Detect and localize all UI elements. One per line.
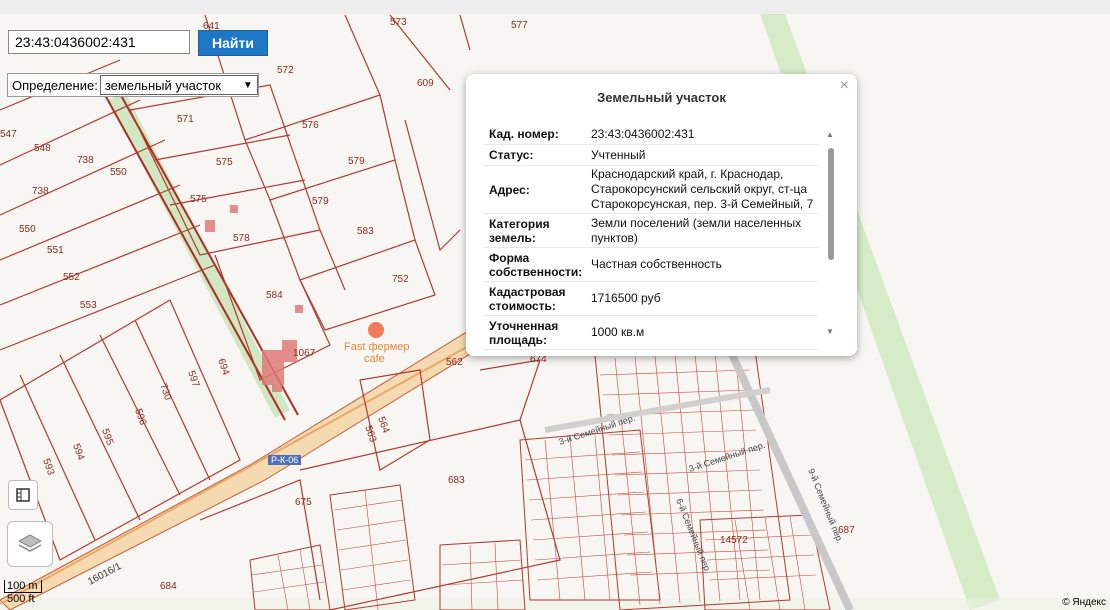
parcel-label: 738 xyxy=(32,186,49,197)
chevron-down-icon: ▼ xyxy=(242,79,253,91)
scroll-thumb[interactable] xyxy=(828,148,834,260)
parcel-label: 576 xyxy=(302,120,319,131)
popup-title: Земельный участок xyxy=(597,90,726,105)
parcel-label: 579 xyxy=(312,196,329,207)
parcel-label: 573 xyxy=(390,17,407,28)
info-value: Учтенный xyxy=(591,147,646,162)
map-scale: 100 m 500 ft xyxy=(4,580,42,605)
info-row: Кад. номер: 23:43:0436002:431 xyxy=(484,124,818,145)
parcel-label: 738 xyxy=(77,155,94,166)
info-row: Уточненная площадь: 1000 кв.м xyxy=(484,316,818,350)
parcel-label: 552 xyxy=(63,272,80,283)
parcel-label: 584 xyxy=(266,290,283,301)
poi-sub: cafe xyxy=(364,353,385,365)
info-value: Земли поселений (земли населенных пункто… xyxy=(591,215,802,245)
info-key: Кад. номер: xyxy=(489,127,559,141)
parcel-label: 572 xyxy=(277,65,294,76)
definition-row: Определение: земельный участок ▼ xyxy=(7,73,259,97)
info-value: 1000 кв.м xyxy=(591,325,645,339)
parcel-info-popup: × Земельный участок Кад. номер: 23:43:04… xyxy=(466,74,857,356)
parcel-label: 575 xyxy=(216,157,233,168)
info-value: 1716500 руб xyxy=(591,291,661,305)
parcel-label: 1067 xyxy=(293,348,316,359)
cadastral-search-input[interactable] xyxy=(8,30,190,54)
search-button[interactable]: Найти xyxy=(198,30,268,56)
info-row: Адрес: Краснодарский край, г. Краснодар,… xyxy=(484,166,818,214)
parcel-label: 583 xyxy=(357,226,374,237)
info-value: Частная собственность xyxy=(591,257,722,271)
parcel-label: 14572 xyxy=(720,535,748,546)
parcel-label: 684 xyxy=(160,581,177,592)
definition-select[interactable]: земельный участок ▼ xyxy=(99,75,258,95)
parcel-label: 550 xyxy=(19,224,36,235)
poi-cafe[interactable]: Fast фермер cafe xyxy=(344,341,410,365)
layers-button[interactable] xyxy=(7,521,53,567)
parcel-label: 752 xyxy=(392,274,409,285)
parcel-label: 577 xyxy=(511,20,528,31)
info-value: 23:43:0436002:431 xyxy=(591,126,695,141)
parcel-label: 609 xyxy=(417,78,434,89)
parcel-label: 562 xyxy=(446,357,463,368)
ruler-button[interactable] xyxy=(8,480,38,510)
info-key: Кадастровая стоимость: xyxy=(489,284,566,313)
parcel-label: 553 xyxy=(80,300,97,311)
parcel-label: 675 xyxy=(295,497,312,508)
parcel-label: 683 xyxy=(448,475,465,486)
scale-metric: 100 m xyxy=(4,580,42,593)
search-bar: Найти xyxy=(8,30,268,56)
scroll-down-icon[interactable]: ▼ xyxy=(826,327,834,336)
layers-icon xyxy=(17,534,43,552)
definition-selected: земельный участок xyxy=(104,77,222,93)
info-row: Кадастровая стоимость: 1716500 руб xyxy=(484,282,818,316)
info-row: Категория земель: Земли поселений (земли… xyxy=(484,214,818,248)
info-row: Форма собственности: Частная собственнос… xyxy=(484,248,818,282)
info-key: Адрес: xyxy=(489,182,530,197)
poi-name: Fast фермер xyxy=(344,341,410,353)
scale-imperial: 500 ft xyxy=(7,593,35,605)
parcel-label: 550 xyxy=(110,167,127,178)
ruler-icon xyxy=(16,488,30,502)
info-key: Статус: xyxy=(489,148,534,162)
parcel-label: 551 xyxy=(47,245,64,256)
info-key: Уточненная площадь: xyxy=(489,318,559,347)
definition-label: Определение: xyxy=(12,77,98,93)
parcel-label: 548 xyxy=(34,143,51,154)
scroll-up-icon[interactable]: ▲ xyxy=(826,130,834,139)
map-attribution[interactable]: © Яндекс xyxy=(1062,597,1106,608)
parcel-label: 575 xyxy=(190,194,207,205)
info-table: Кад. номер: 23:43:0436002:431 Статус: Уч… xyxy=(484,124,818,350)
info-row: Статус: Учтенный xyxy=(484,145,818,166)
info-key: Форма собственности: xyxy=(489,250,583,279)
info-key: Категория земель: xyxy=(489,216,550,245)
parcel-label: 578 xyxy=(233,233,250,244)
parcel-label: 547 xyxy=(0,129,17,140)
info-value: Краснодарский край, г. Краснодар, Старок… xyxy=(591,167,814,211)
parcel-label: 579 xyxy=(348,156,365,167)
road-badge: Р-К-06 xyxy=(268,455,302,465)
popup-scrollbar[interactable]: ▲ ▼ xyxy=(826,130,836,336)
parcel-label: 571 xyxy=(177,114,194,125)
